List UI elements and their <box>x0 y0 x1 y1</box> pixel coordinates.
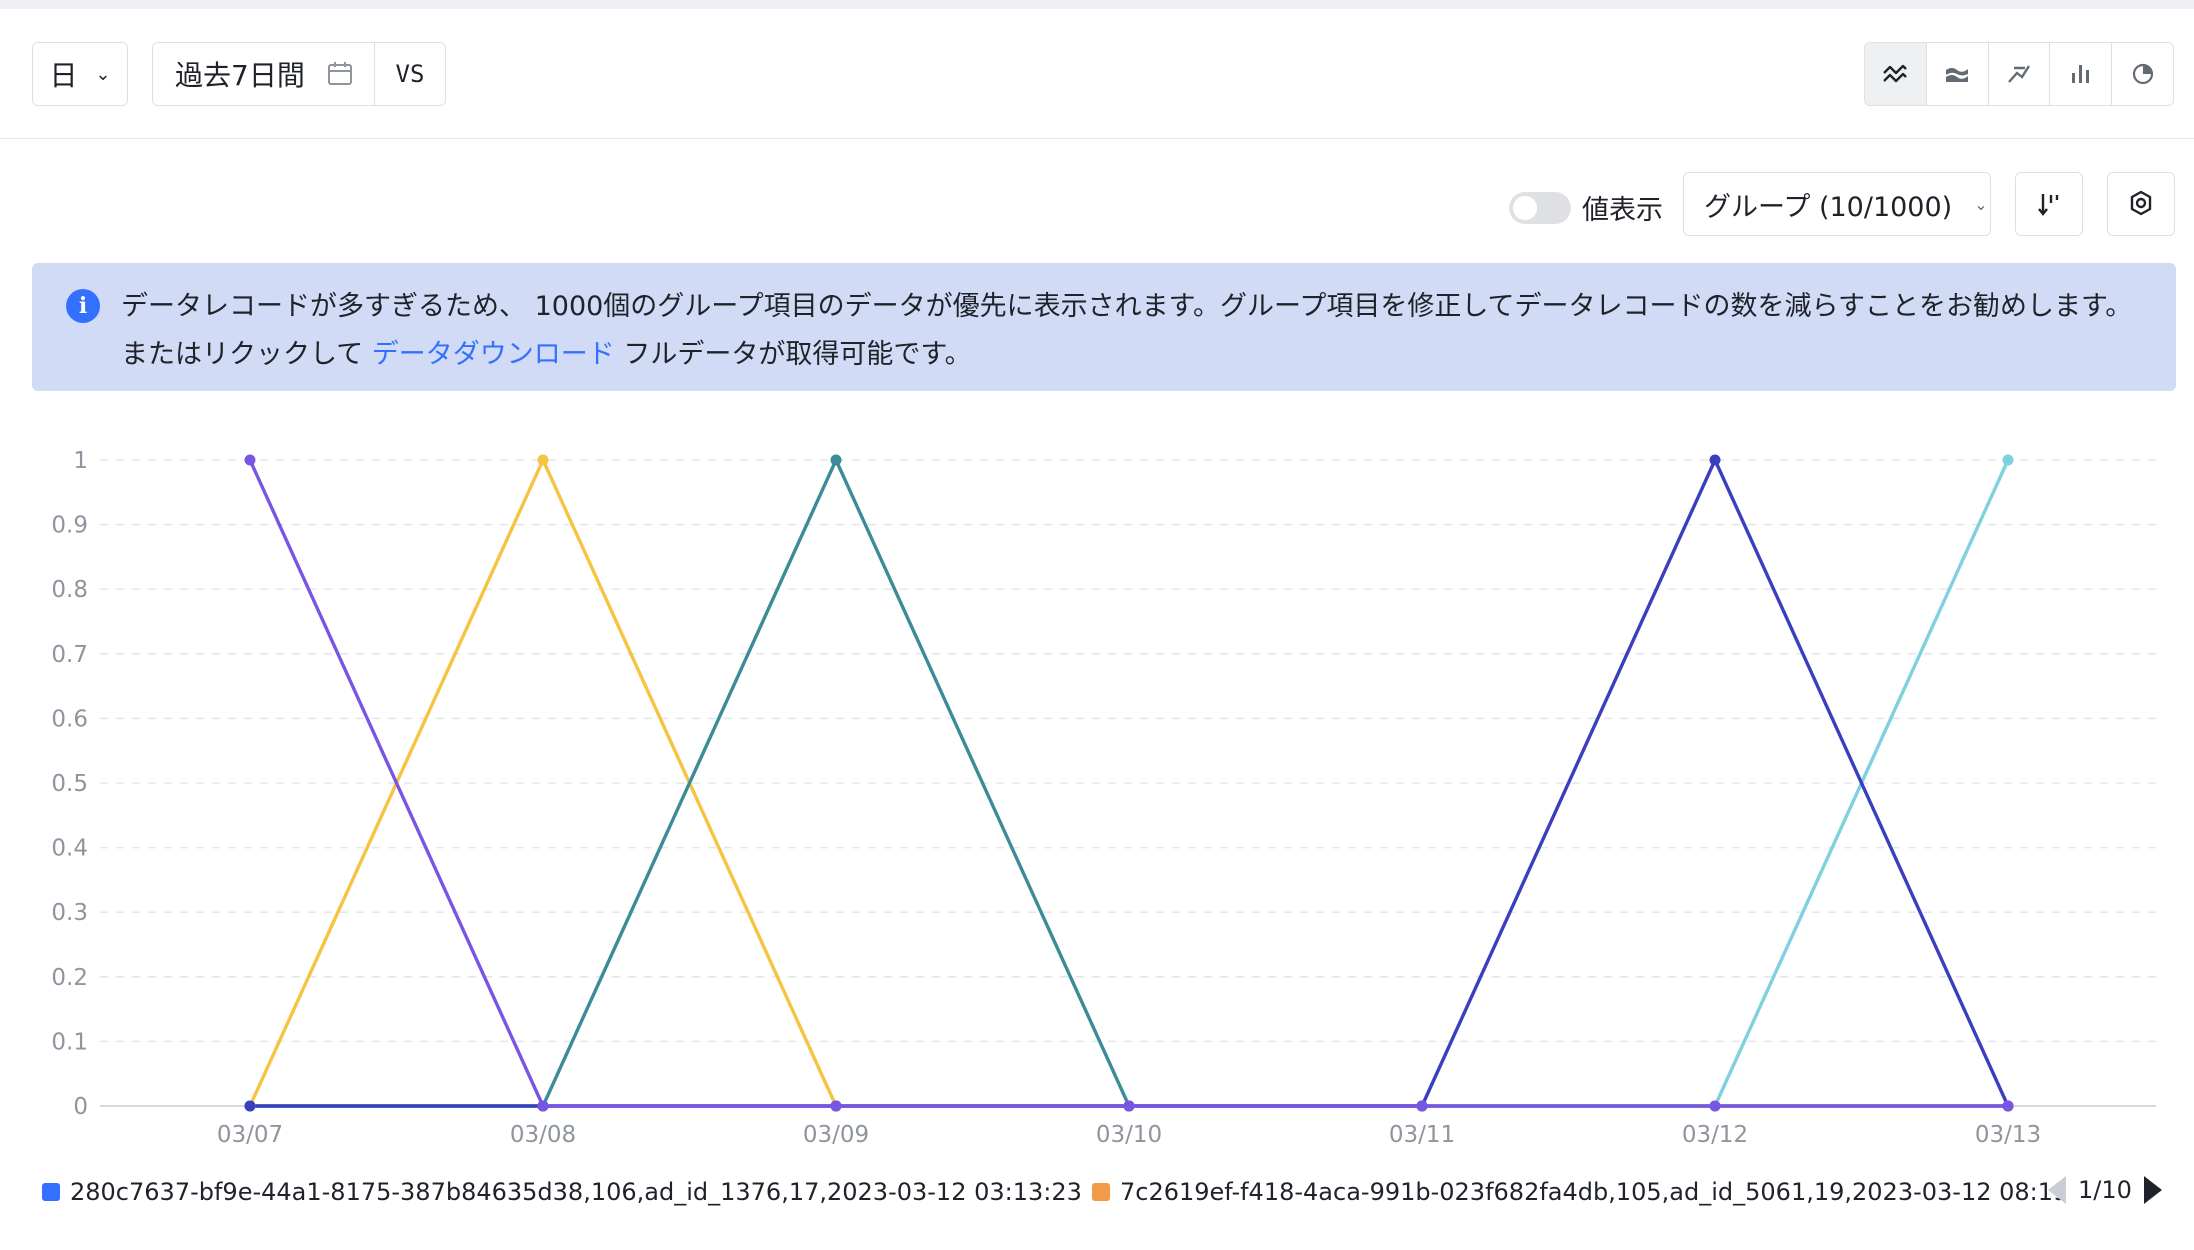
data-point <box>537 454 549 466</box>
data-limit-alert: i データレコードが多すぎるため、 1000個のグループ項目のデータが優先に表示… <box>32 263 2176 391</box>
x-tick-label: 03/07 <box>217 1122 283 1148</box>
data-point <box>1709 1100 1721 1112</box>
data-point <box>2002 1100 2014 1112</box>
x-tick-label: 03/09 <box>803 1122 869 1148</box>
date-range-value: 過去7日間 <box>175 59 305 92</box>
next-page-icon[interactable] <box>2143 1176 2162 1204</box>
sort-button[interactable] <box>2015 172 2083 236</box>
data-point <box>537 1100 549 1112</box>
y-tick-label: 1 <box>73 448 88 474</box>
data-point <box>1123 1100 1135 1112</box>
data-point <box>1416 1100 1428 1112</box>
legend-swatch <box>42 1183 60 1201</box>
y-tick-label: 0.9 <box>51 513 88 539</box>
y-tick-label: 0.7 <box>51 642 88 668</box>
value-display-toggle[interactable] <box>1509 192 1571 224</box>
chart-legend: 280c7637-bf9e-44a1-8175-387b84635d38,106… <box>0 1172 2194 1220</box>
sort-icon <box>2038 194 2059 216</box>
calendar-icon <box>327 62 352 85</box>
date-range-field[interactable]: 過去7日間 <box>153 43 375 105</box>
legend-swatch <box>1092 1183 1110 1201</box>
chevron-down-icon: ⌄ <box>1974 194 1988 214</box>
view-combo-button[interactable] <box>1989 43 2051 105</box>
bar-chart-icon <box>2071 65 2089 83</box>
group-select[interactable]: グループ (10/1000) ⌄ <box>1683 172 1991 236</box>
x-tick-label: 03/08 <box>510 1122 576 1148</box>
chevron-down-icon: ⌄ <box>95 63 111 85</box>
area-chart-icon <box>1946 68 1969 82</box>
top-strip <box>0 0 2194 9</box>
gear-icon <box>2130 190 2152 216</box>
y-tick-label: 0.6 <box>51 706 88 732</box>
y-tick-label: 0.3 <box>51 900 88 926</box>
data-point <box>2002 454 2014 466</box>
y-tick-label: 0.8 <box>51 577 88 603</box>
legend-item[interactable]: 280c7637-bf9e-44a1-8175-387b84635d38,106… <box>42 1178 1082 1206</box>
y-tick-label: 0.4 <box>51 836 88 862</box>
prev-page-icon[interactable] <box>2048 1176 2066 1204</box>
view-bar-button[interactable] <box>2050 43 2113 105</box>
view-area-button[interactable] <box>1927 43 1989 105</box>
pie-chart-icon <box>2132 63 2153 85</box>
settings-button[interactable] <box>2107 172 2175 236</box>
group-select-value: グループ (10/1000) <box>1704 191 1953 223</box>
legend-label: 280c7637-bf9e-44a1-8175-387b84635d38,106… <box>70 1178 1082 1206</box>
x-tick-label: 03/10 <box>1096 1122 1162 1148</box>
line-chart: 0 0.1 0.2 0.3 0.4 0.5 0.6 0.7 0.8 0.9 1 03/07 03/08 0… <box>51 448 2156 1148</box>
data-download-link[interactable]: データダウンロード <box>372 339 615 370</box>
data-point <box>244 454 256 466</box>
line-chart-icon <box>1883 64 1908 83</box>
legend-page-indicator: 1/10 <box>2078 1176 2132 1204</box>
value-display-label: 値表示 <box>1582 195 1663 226</box>
granularity-value: 日 <box>49 59 78 92</box>
chart-controls: 値表示 グループ (10/1000) ⌄ <box>0 170 2194 238</box>
alert-text: データレコードが多すぎるため、 1000個のグループ項目のデータが優先に表示され… <box>121 283 2151 379</box>
y-tick-label: 0 <box>73 1094 88 1120</box>
view-pie-button[interactable] <box>2112 43 2173 105</box>
x-tick-label: 03/11 <box>1389 1122 1455 1148</box>
data-point <box>830 1100 842 1112</box>
combo-chart-icon <box>2008 65 2030 83</box>
info-icon: i <box>66 289 100 323</box>
x-tick-label: 03/13 <box>1975 1122 2041 1148</box>
alert-text-after: フルデータが取得可能です。 <box>614 339 972 370</box>
view-line-button[interactable] <box>1865 43 1927 105</box>
y-tick-label: 0.2 <box>51 965 88 991</box>
data-point <box>1709 454 1721 466</box>
y-tick-label: 0.1 <box>51 1029 88 1055</box>
x-tick-label: 03/12 <box>1682 1122 1748 1148</box>
chart-type-switcher <box>1864 42 2174 106</box>
chart-toolbar: 日 ⌄ 過去7日間 VS <box>0 9 2194 139</box>
legend-item[interactable]: 7c2619ef-f418-4aca-991b-023f682fa4db,105… <box>1092 1178 2064 1206</box>
legend-label: 7c2619ef-f418-4aca-991b-023f682fa4db,105… <box>1120 1178 2064 1206</box>
data-point <box>244 1100 256 1112</box>
compare-button[interactable]: VS <box>375 60 445 88</box>
date-range-picker[interactable]: 過去7日間 VS <box>152 42 446 106</box>
granularity-select[interactable]: 日 ⌄ <box>32 42 128 106</box>
legend-pager: 1/10 <box>2048 1176 2162 1204</box>
data-point <box>830 454 842 466</box>
y-tick-label: 0.5 <box>51 771 88 797</box>
